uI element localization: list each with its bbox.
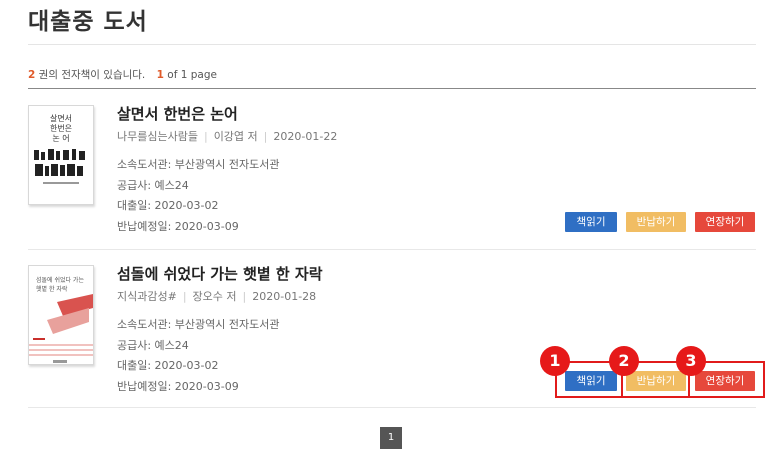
cover-title-line: 햇볕 한 자락 [36,286,68,293]
cover-title-line: 섬돌에 쉬었다 가는 [36,277,84,284]
callout-badge-2: 2 [609,346,639,376]
meta-separator: | [263,130,268,143]
meta-separator: | [242,290,247,303]
divider [28,44,756,45]
loan-date-text: 대출일: 2020-03-02 [117,359,219,372]
book-publisher: 나무를심는사람들 [117,130,198,143]
book-author: 이강엽 저 [213,130,258,143]
read-button[interactable]: 책읽기 [565,212,617,232]
book-pub-date: 2020-01-28 [252,290,317,303]
return-button[interactable]: 반납하기 [626,212,686,232]
book-meta: 나무를심는사람들 | 이강엽 저 | 2020-01-22 [117,128,337,144]
loan-info: 소속도서관: 부산광역시 전자도서관 공급사: 예스24 대출일: 2020-0… [117,155,280,237]
pagination-page-1[interactable]: 1 [380,427,402,449]
due-date-text: 반납예정일: 2020-03-09 [117,379,239,393]
loan-date-text: 대출일: 2020-03-02 [117,199,219,212]
cover-art [34,149,85,184]
result-count: 2 [28,69,36,81]
page-total-text: of 1 page [167,69,217,81]
extend-button[interactable]: 연장하기 [695,371,755,391]
library-text: 소속도서관: 부산광역시 전자도서관 [117,158,280,171]
return-button[interactable]: 반납하기 [626,371,686,391]
cover-title-line: 한번은 [49,124,73,133]
current-page: 1 [156,69,164,81]
page-title: 대출중 도서 [28,9,148,35]
loan-info: 소속도서관: 부산광역시 전자도서관 공급사: 예스24 대출일: 2020-0… [117,315,280,397]
list-bottom-divider [28,407,756,408]
book-pub-date: 2020-01-22 [273,130,338,143]
book-title[interactable]: 살면서 한번은 논어 [117,103,238,124]
extend-button[interactable]: 연장하기 [695,212,755,232]
book-author: 장오수 저 [192,290,237,303]
callout-badge-1: 1 [540,346,570,376]
book-publisher: 지식과감성# [117,290,177,303]
cover-art [29,294,93,363]
row-divider [28,249,756,250]
read-button[interactable]: 책읽기 [565,371,617,391]
cover-title-line: 논 어 [52,134,70,143]
list-top-divider [28,88,756,89]
supplier-text: 공급사: 예스24 [117,178,189,192]
result-count-text: 권의 전자책이 있습니다. [38,69,146,81]
result-summary: 2 권의 전자책이 있습니다. 1 of 1 page [28,67,217,82]
book-cover[interactable]: 살면서 한번은 논 어 [28,105,94,205]
meta-separator: | [182,290,187,303]
book-title[interactable]: 섬돌에 쉬었다 가는 햇볕 한 자락 [117,263,323,284]
book-meta: 지식과감성# | 장오수 저 | 2020-01-28 [117,288,316,304]
cover-title-line: 살면서 [49,114,73,123]
callout-badge-3: 3 [676,346,706,376]
book-cover[interactable]: 섬돌에 쉬었다 가는 햇볕 한 자락 [28,265,94,365]
due-date-text: 반납예정일: 2020-03-09 [117,219,239,233]
supplier-text: 공급사: 예스24 [117,338,189,352]
meta-separator: | [203,130,208,143]
library-text: 소속도서관: 부산광역시 전자도서관 [117,318,280,331]
